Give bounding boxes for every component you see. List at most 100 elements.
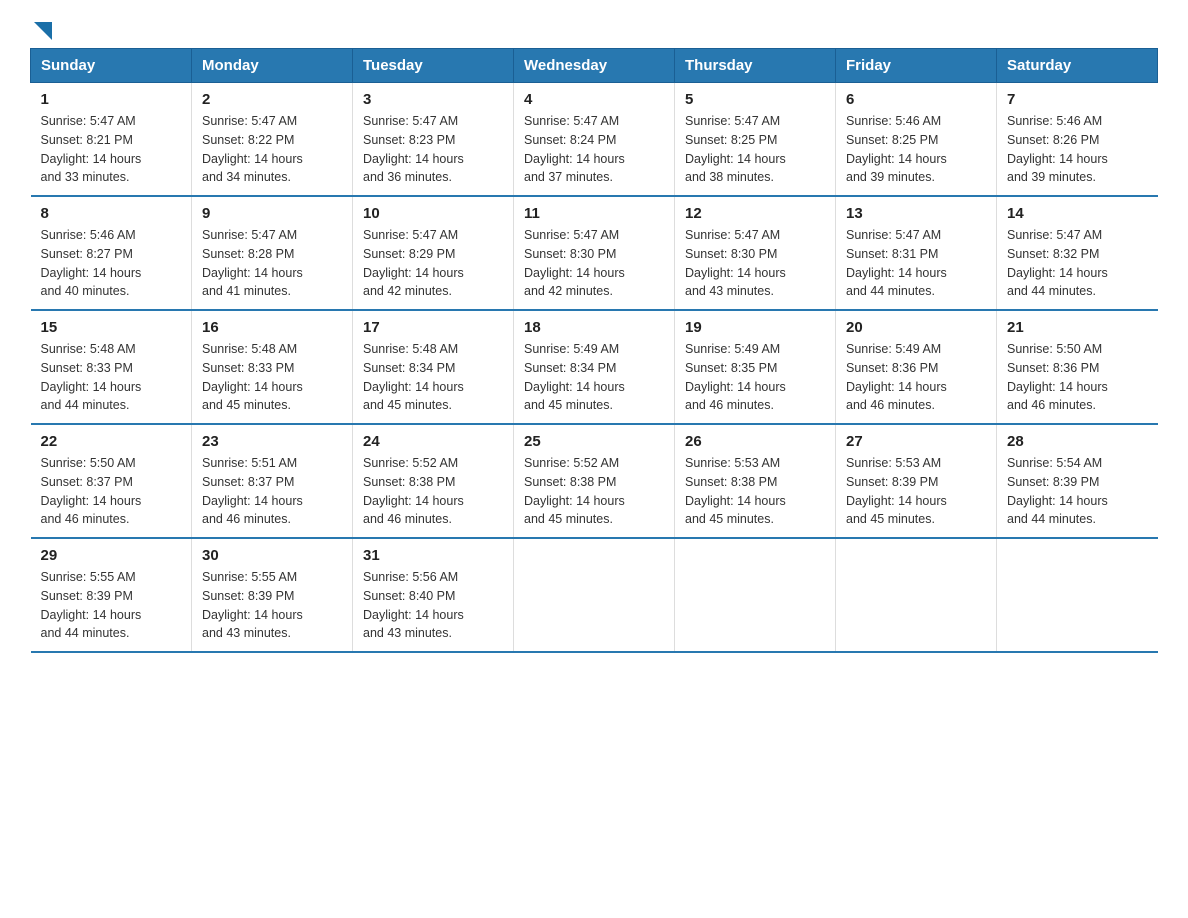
day-cell: 16 Sunrise: 5:48 AM Sunset: 8:33 PM Dayl… bbox=[192, 310, 353, 424]
day-info: Sunrise: 5:47 AM Sunset: 8:24 PM Dayligh… bbox=[524, 112, 664, 187]
day-cell: 27 Sunrise: 5:53 AM Sunset: 8:39 PM Dayl… bbox=[836, 424, 997, 538]
day-cell: 6 Sunrise: 5:46 AM Sunset: 8:25 PM Dayli… bbox=[836, 83, 997, 197]
day-number: 21 bbox=[1007, 319, 1148, 336]
day-info: Sunrise: 5:50 AM Sunset: 8:36 PM Dayligh… bbox=[1007, 340, 1148, 415]
day-cell: 30 Sunrise: 5:55 AM Sunset: 8:39 PM Dayl… bbox=[192, 538, 353, 652]
day-number: 12 bbox=[685, 205, 825, 222]
week-row-1: 1 Sunrise: 5:47 AM Sunset: 8:21 PM Dayli… bbox=[31, 83, 1158, 197]
day-number: 30 bbox=[202, 547, 342, 564]
day-cell: 24 Sunrise: 5:52 AM Sunset: 8:38 PM Dayl… bbox=[353, 424, 514, 538]
day-number: 31 bbox=[363, 547, 503, 564]
day-info: Sunrise: 5:47 AM Sunset: 8:28 PM Dayligh… bbox=[202, 226, 342, 301]
day-cell: 29 Sunrise: 5:55 AM Sunset: 8:39 PM Dayl… bbox=[31, 538, 192, 652]
day-cell: 18 Sunrise: 5:49 AM Sunset: 8:34 PM Dayl… bbox=[514, 310, 675, 424]
day-info: Sunrise: 5:55 AM Sunset: 8:39 PM Dayligh… bbox=[202, 568, 342, 643]
calendar-table: SundayMondayTuesdayWednesdayThursdayFrid… bbox=[30, 48, 1158, 653]
day-number: 14 bbox=[1007, 205, 1148, 222]
week-row-4: 22 Sunrise: 5:50 AM Sunset: 8:37 PM Dayl… bbox=[31, 424, 1158, 538]
day-info: Sunrise: 5:49 AM Sunset: 8:36 PM Dayligh… bbox=[846, 340, 986, 415]
day-info: Sunrise: 5:48 AM Sunset: 8:33 PM Dayligh… bbox=[41, 340, 182, 415]
day-info: Sunrise: 5:56 AM Sunset: 8:40 PM Dayligh… bbox=[363, 568, 503, 643]
day-number: 11 bbox=[524, 205, 664, 222]
day-number: 16 bbox=[202, 319, 342, 336]
day-info: Sunrise: 5:47 AM Sunset: 8:32 PM Dayligh… bbox=[1007, 226, 1148, 301]
day-number: 10 bbox=[363, 205, 503, 222]
day-number: 15 bbox=[41, 319, 182, 336]
day-cell: 9 Sunrise: 5:47 AM Sunset: 8:28 PM Dayli… bbox=[192, 196, 353, 310]
day-cell bbox=[514, 538, 675, 652]
day-info: Sunrise: 5:48 AM Sunset: 8:33 PM Dayligh… bbox=[202, 340, 342, 415]
day-number: 13 bbox=[846, 205, 986, 222]
week-row-3: 15 Sunrise: 5:48 AM Sunset: 8:33 PM Dayl… bbox=[31, 310, 1158, 424]
day-cell: 12 Sunrise: 5:47 AM Sunset: 8:30 PM Dayl… bbox=[675, 196, 836, 310]
week-row-2: 8 Sunrise: 5:46 AM Sunset: 8:27 PM Dayli… bbox=[31, 196, 1158, 310]
day-info: Sunrise: 5:47 AM Sunset: 8:30 PM Dayligh… bbox=[524, 226, 664, 301]
day-info: Sunrise: 5:47 AM Sunset: 8:31 PM Dayligh… bbox=[846, 226, 986, 301]
day-info: Sunrise: 5:46 AM Sunset: 8:26 PM Dayligh… bbox=[1007, 112, 1148, 187]
day-number: 17 bbox=[363, 319, 503, 336]
day-cell: 23 Sunrise: 5:51 AM Sunset: 8:37 PM Dayl… bbox=[192, 424, 353, 538]
day-number: 23 bbox=[202, 433, 342, 450]
day-cell: 4 Sunrise: 5:47 AM Sunset: 8:24 PM Dayli… bbox=[514, 83, 675, 197]
day-cell: 13 Sunrise: 5:47 AM Sunset: 8:31 PM Dayl… bbox=[836, 196, 997, 310]
day-info: Sunrise: 5:47 AM Sunset: 8:22 PM Dayligh… bbox=[202, 112, 342, 187]
calendar-body: 1 Sunrise: 5:47 AM Sunset: 8:21 PM Dayli… bbox=[31, 83, 1158, 653]
logo-arrow-icon bbox=[32, 20, 54, 42]
day-cell bbox=[836, 538, 997, 652]
day-number: 4 bbox=[524, 91, 664, 108]
day-info: Sunrise: 5:46 AM Sunset: 8:25 PM Dayligh… bbox=[846, 112, 986, 187]
header-cell-wednesday: Wednesday bbox=[514, 49, 675, 83]
header-cell-tuesday: Tuesday bbox=[353, 49, 514, 83]
day-cell: 3 Sunrise: 5:47 AM Sunset: 8:23 PM Dayli… bbox=[353, 83, 514, 197]
day-info: Sunrise: 5:48 AM Sunset: 8:34 PM Dayligh… bbox=[363, 340, 503, 415]
logo bbox=[30, 20, 54, 38]
day-info: Sunrise: 5:47 AM Sunset: 8:21 PM Dayligh… bbox=[41, 112, 182, 187]
header-cell-monday: Monday bbox=[192, 49, 353, 83]
day-info: Sunrise: 5:47 AM Sunset: 8:30 PM Dayligh… bbox=[685, 226, 825, 301]
day-number: 3 bbox=[363, 91, 503, 108]
day-cell: 10 Sunrise: 5:47 AM Sunset: 8:29 PM Dayl… bbox=[353, 196, 514, 310]
day-cell: 19 Sunrise: 5:49 AM Sunset: 8:35 PM Dayl… bbox=[675, 310, 836, 424]
day-number: 28 bbox=[1007, 433, 1148, 450]
day-info: Sunrise: 5:49 AM Sunset: 8:35 PM Dayligh… bbox=[685, 340, 825, 415]
day-number: 27 bbox=[846, 433, 986, 450]
day-cell: 20 Sunrise: 5:49 AM Sunset: 8:36 PM Dayl… bbox=[836, 310, 997, 424]
day-number: 20 bbox=[846, 319, 986, 336]
header-cell-friday: Friday bbox=[836, 49, 997, 83]
day-info: Sunrise: 5:52 AM Sunset: 8:38 PM Dayligh… bbox=[363, 454, 503, 529]
day-number: 25 bbox=[524, 433, 664, 450]
day-info: Sunrise: 5:52 AM Sunset: 8:38 PM Dayligh… bbox=[524, 454, 664, 529]
day-info: Sunrise: 5:47 AM Sunset: 8:23 PM Dayligh… bbox=[363, 112, 503, 187]
day-cell: 21 Sunrise: 5:50 AM Sunset: 8:36 PM Dayl… bbox=[997, 310, 1158, 424]
day-info: Sunrise: 5:53 AM Sunset: 8:39 PM Dayligh… bbox=[846, 454, 986, 529]
day-number: 9 bbox=[202, 205, 342, 222]
day-number: 29 bbox=[41, 547, 182, 564]
day-info: Sunrise: 5:51 AM Sunset: 8:37 PM Dayligh… bbox=[202, 454, 342, 529]
day-cell bbox=[675, 538, 836, 652]
day-cell: 14 Sunrise: 5:47 AM Sunset: 8:32 PM Dayl… bbox=[997, 196, 1158, 310]
day-number: 7 bbox=[1007, 91, 1148, 108]
week-row-5: 29 Sunrise: 5:55 AM Sunset: 8:39 PM Dayl… bbox=[31, 538, 1158, 652]
day-number: 6 bbox=[846, 91, 986, 108]
day-number: 19 bbox=[685, 319, 825, 336]
day-cell: 7 Sunrise: 5:46 AM Sunset: 8:26 PM Dayli… bbox=[997, 83, 1158, 197]
header-row: SundayMondayTuesdayWednesdayThursdayFrid… bbox=[31, 49, 1158, 83]
day-info: Sunrise: 5:47 AM Sunset: 8:29 PM Dayligh… bbox=[363, 226, 503, 301]
day-cell: 1 Sunrise: 5:47 AM Sunset: 8:21 PM Dayli… bbox=[31, 83, 192, 197]
header-cell-thursday: Thursday bbox=[675, 49, 836, 83]
day-cell: 11 Sunrise: 5:47 AM Sunset: 8:30 PM Dayl… bbox=[514, 196, 675, 310]
day-number: 26 bbox=[685, 433, 825, 450]
day-info: Sunrise: 5:50 AM Sunset: 8:37 PM Dayligh… bbox=[41, 454, 182, 529]
day-number: 22 bbox=[41, 433, 182, 450]
day-info: Sunrise: 5:49 AM Sunset: 8:34 PM Dayligh… bbox=[524, 340, 664, 415]
day-cell: 5 Sunrise: 5:47 AM Sunset: 8:25 PM Dayli… bbox=[675, 83, 836, 197]
day-cell: 17 Sunrise: 5:48 AM Sunset: 8:34 PM Dayl… bbox=[353, 310, 514, 424]
day-number: 1 bbox=[41, 91, 182, 108]
day-cell: 31 Sunrise: 5:56 AM Sunset: 8:40 PM Dayl… bbox=[353, 538, 514, 652]
day-info: Sunrise: 5:55 AM Sunset: 8:39 PM Dayligh… bbox=[41, 568, 182, 643]
day-number: 18 bbox=[524, 319, 664, 336]
day-info: Sunrise: 5:54 AM Sunset: 8:39 PM Dayligh… bbox=[1007, 454, 1148, 529]
day-cell: 2 Sunrise: 5:47 AM Sunset: 8:22 PM Dayli… bbox=[192, 83, 353, 197]
day-number: 5 bbox=[685, 91, 825, 108]
header-cell-sunday: Sunday bbox=[31, 49, 192, 83]
